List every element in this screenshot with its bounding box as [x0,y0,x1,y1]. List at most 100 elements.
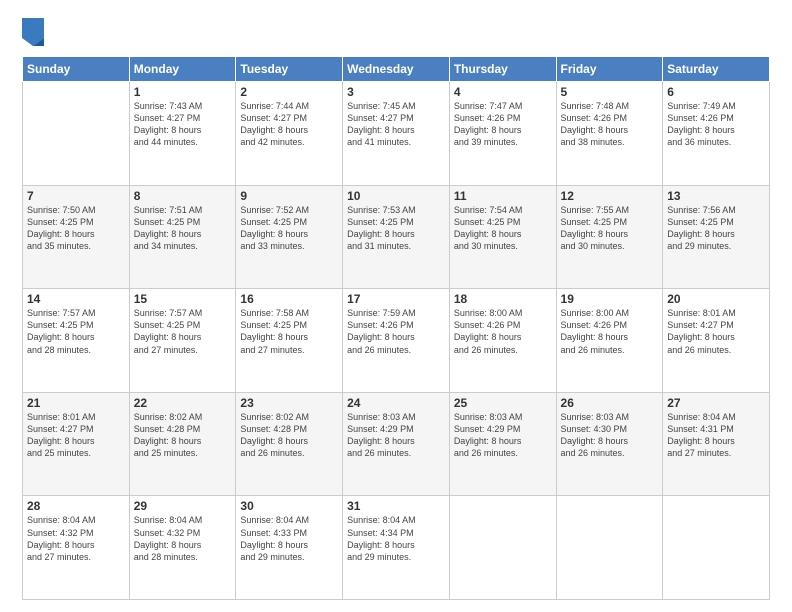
day-number: 9 [240,189,338,203]
calendar-cell: 4Sunrise: 7:47 AM Sunset: 4:26 PM Daylig… [449,82,556,186]
day-number: 20 [667,292,765,306]
day-number: 5 [561,85,659,99]
day-number: 22 [134,396,232,410]
day-info: Sunrise: 7:57 AM Sunset: 4:25 PM Dayligh… [27,307,125,356]
day-of-week-wednesday: Wednesday [343,57,450,82]
day-info: Sunrise: 8:04 AM Sunset: 4:32 PM Dayligh… [27,514,125,563]
day-number: 2 [240,85,338,99]
calendar-cell: 11Sunrise: 7:54 AM Sunset: 4:25 PM Dayli… [449,185,556,289]
calendar-cell [23,82,130,186]
day-number: 29 [134,499,232,513]
calendar-row-4: 28Sunrise: 8:04 AM Sunset: 4:32 PM Dayli… [23,496,770,600]
calendar-cell [663,496,770,600]
day-number: 18 [454,292,552,306]
page: SundayMondayTuesdayWednesdayThursdayFrid… [0,0,792,612]
calendar-cell: 2Sunrise: 7:44 AM Sunset: 4:27 PM Daylig… [236,82,343,186]
calendar-cell: 24Sunrise: 8:03 AM Sunset: 4:29 PM Dayli… [343,392,450,496]
day-info: Sunrise: 8:03 AM Sunset: 4:30 PM Dayligh… [561,411,659,460]
calendar-cell: 15Sunrise: 7:57 AM Sunset: 4:25 PM Dayli… [129,289,236,393]
calendar-cell: 22Sunrise: 8:02 AM Sunset: 4:28 PM Dayli… [129,392,236,496]
day-info: Sunrise: 8:04 AM Sunset: 4:34 PM Dayligh… [347,514,445,563]
calendar-cell: 6Sunrise: 7:49 AM Sunset: 4:26 PM Daylig… [663,82,770,186]
day-info: Sunrise: 7:44 AM Sunset: 4:27 PM Dayligh… [240,100,338,149]
day-number: 4 [454,85,552,99]
day-number: 11 [454,189,552,203]
day-number: 12 [561,189,659,203]
day-info: Sunrise: 8:01 AM Sunset: 4:27 PM Dayligh… [667,307,765,356]
calendar-cell: 5Sunrise: 7:48 AM Sunset: 4:26 PM Daylig… [556,82,663,186]
calendar-cell: 19Sunrise: 8:00 AM Sunset: 4:26 PM Dayli… [556,289,663,393]
calendar-cell: 21Sunrise: 8:01 AM Sunset: 4:27 PM Dayli… [23,392,130,496]
calendar-header: SundayMondayTuesdayWednesdayThursdayFrid… [23,57,770,82]
calendar-row-1: 7Sunrise: 7:50 AM Sunset: 4:25 PM Daylig… [23,185,770,289]
logo [22,18,46,46]
day-number: 21 [27,396,125,410]
calendar-row-3: 21Sunrise: 8:01 AM Sunset: 4:27 PM Dayli… [23,392,770,496]
day-number: 23 [240,396,338,410]
calendar-cell: 12Sunrise: 7:55 AM Sunset: 4:25 PM Dayli… [556,185,663,289]
day-number: 17 [347,292,445,306]
day-number: 1 [134,85,232,99]
day-of-week-saturday: Saturday [663,57,770,82]
calendar-cell: 26Sunrise: 8:03 AM Sunset: 4:30 PM Dayli… [556,392,663,496]
day-of-week-monday: Monday [129,57,236,82]
day-number: 25 [454,396,552,410]
day-info: Sunrise: 8:04 AM Sunset: 4:32 PM Dayligh… [134,514,232,563]
day-number: 16 [240,292,338,306]
day-info: Sunrise: 7:55 AM Sunset: 4:25 PM Dayligh… [561,204,659,253]
day-info: Sunrise: 7:56 AM Sunset: 4:25 PM Dayligh… [667,204,765,253]
calendar-cell: 18Sunrise: 8:00 AM Sunset: 4:26 PM Dayli… [449,289,556,393]
day-info: Sunrise: 7:58 AM Sunset: 4:25 PM Dayligh… [240,307,338,356]
calendar-cell: 10Sunrise: 7:53 AM Sunset: 4:25 PM Dayli… [343,185,450,289]
day-info: Sunrise: 7:57 AM Sunset: 4:25 PM Dayligh… [134,307,232,356]
day-of-week-thursday: Thursday [449,57,556,82]
calendar-cell: 9Sunrise: 7:52 AM Sunset: 4:25 PM Daylig… [236,185,343,289]
calendar-cell: 29Sunrise: 8:04 AM Sunset: 4:32 PM Dayli… [129,496,236,600]
day-info: Sunrise: 8:02 AM Sunset: 4:28 PM Dayligh… [134,411,232,460]
day-number: 15 [134,292,232,306]
calendar-cell: 14Sunrise: 7:57 AM Sunset: 4:25 PM Dayli… [23,289,130,393]
day-number: 24 [347,396,445,410]
calendar-cell: 27Sunrise: 8:04 AM Sunset: 4:31 PM Dayli… [663,392,770,496]
day-header-row: SundayMondayTuesdayWednesdayThursdayFrid… [23,57,770,82]
day-of-week-tuesday: Tuesday [236,57,343,82]
day-info: Sunrise: 7:53 AM Sunset: 4:25 PM Dayligh… [347,204,445,253]
day-info: Sunrise: 7:48 AM Sunset: 4:26 PM Dayligh… [561,100,659,149]
day-info: Sunrise: 8:00 AM Sunset: 4:26 PM Dayligh… [561,307,659,356]
calendar-cell: 8Sunrise: 7:51 AM Sunset: 4:25 PM Daylig… [129,185,236,289]
day-info: Sunrise: 7:59 AM Sunset: 4:26 PM Dayligh… [347,307,445,356]
calendar-cell: 17Sunrise: 7:59 AM Sunset: 4:26 PM Dayli… [343,289,450,393]
day-info: Sunrise: 7:49 AM Sunset: 4:26 PM Dayligh… [667,100,765,149]
day-number: 13 [667,189,765,203]
day-number: 26 [561,396,659,410]
calendar-cell: 1Sunrise: 7:43 AM Sunset: 4:27 PM Daylig… [129,82,236,186]
day-number: 28 [27,499,125,513]
logo-icon [22,18,44,46]
day-number: 8 [134,189,232,203]
day-info: Sunrise: 8:03 AM Sunset: 4:29 PM Dayligh… [347,411,445,460]
day-info: Sunrise: 7:45 AM Sunset: 4:27 PM Dayligh… [347,100,445,149]
day-info: Sunrise: 8:04 AM Sunset: 4:33 PM Dayligh… [240,514,338,563]
calendar-cell: 25Sunrise: 8:03 AM Sunset: 4:29 PM Dayli… [449,392,556,496]
day-info: Sunrise: 7:43 AM Sunset: 4:27 PM Dayligh… [134,100,232,149]
day-info: Sunrise: 7:47 AM Sunset: 4:26 PM Dayligh… [454,100,552,149]
calendar-cell: 7Sunrise: 7:50 AM Sunset: 4:25 PM Daylig… [23,185,130,289]
day-of-week-friday: Friday [556,57,663,82]
calendar-cell: 30Sunrise: 8:04 AM Sunset: 4:33 PM Dayli… [236,496,343,600]
header [22,18,770,46]
day-info: Sunrise: 8:00 AM Sunset: 4:26 PM Dayligh… [454,307,552,356]
day-of-week-sunday: Sunday [23,57,130,82]
calendar-body: 1Sunrise: 7:43 AM Sunset: 4:27 PM Daylig… [23,82,770,600]
day-info: Sunrise: 8:02 AM Sunset: 4:28 PM Dayligh… [240,411,338,460]
calendar-cell: 16Sunrise: 7:58 AM Sunset: 4:25 PM Dayli… [236,289,343,393]
calendar-cell: 13Sunrise: 7:56 AM Sunset: 4:25 PM Dayli… [663,185,770,289]
calendar-cell: 31Sunrise: 8:04 AM Sunset: 4:34 PM Dayli… [343,496,450,600]
day-info: Sunrise: 7:52 AM Sunset: 4:25 PM Dayligh… [240,204,338,253]
day-info: Sunrise: 8:01 AM Sunset: 4:27 PM Dayligh… [27,411,125,460]
calendar-cell [556,496,663,600]
calendar-cell: 20Sunrise: 8:01 AM Sunset: 4:27 PM Dayli… [663,289,770,393]
calendar-row-0: 1Sunrise: 7:43 AM Sunset: 4:27 PM Daylig… [23,82,770,186]
day-number: 7 [27,189,125,203]
day-number: 10 [347,189,445,203]
day-info: Sunrise: 8:03 AM Sunset: 4:29 PM Dayligh… [454,411,552,460]
